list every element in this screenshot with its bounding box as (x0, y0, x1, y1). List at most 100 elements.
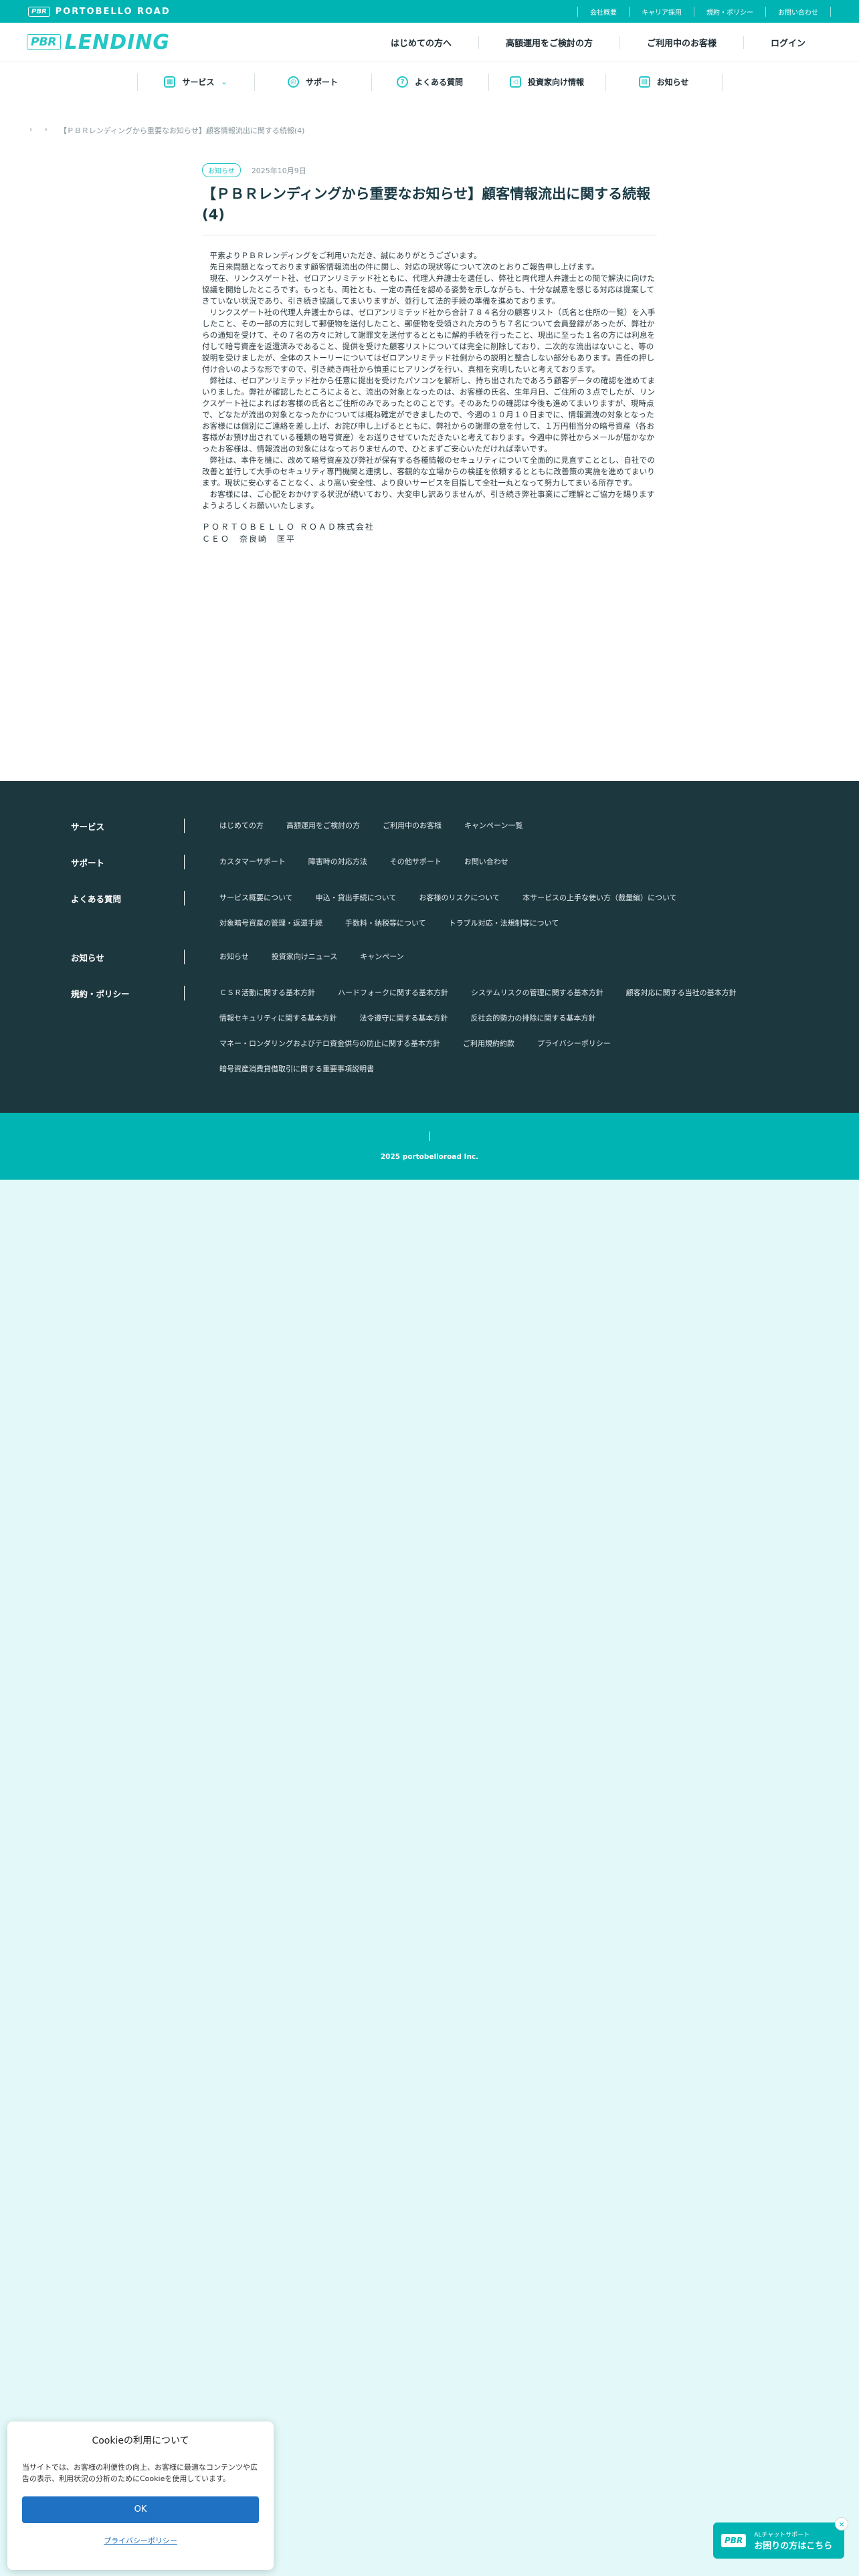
footer-link[interactable]: 申込・貸出手続について (316, 891, 397, 905)
article-paragraph: リンクスゲート社の代理人弁護士からは、ゼロアンリミテッド社から合計７８４名分の顧… (202, 308, 656, 374)
subnav-support[interactable]: ◎ サポート (254, 73, 371, 91)
breadcrumb-home-chevron-icon[interactable]: › (29, 125, 32, 136)
footer-link[interactable]: お客様のリスクについて (419, 891, 500, 905)
copyright-text: 2025 portobelloroad Inc. (380, 1153, 479, 1161)
grid-icon: ▦ (164, 76, 176, 88)
footer-section-faq: よくある質問 サービス概要について 申込・貸出手続について お客様のリスクについ… (71, 891, 795, 931)
footer-section-service: サービス はじめての方 高額運用をご検討の方 ご利用中のお客様 キャンペーン一覧 (71, 819, 795, 833)
nav-beginners[interactable]: はじめての方へ (364, 36, 478, 49)
footer-link[interactable]: プライバシーポリシー (537, 1037, 611, 1051)
article-paragraph: お客様には、ご心配をおかけする状況が続いており、大変申し訳ありませんが、引き続き… (202, 490, 655, 510)
question-icon: ? (396, 76, 408, 88)
article-paragraph: 弊社は、ゼロアンリミテッド社から任意に提出を受けたパソコンを解析し、持ち出された… (202, 376, 656, 453)
top-links: 会社概要 キャリア採用 規約・ポリシー お問い合わせ (577, 6, 831, 17)
sub-nav: ▦ サービス ⌄ ◎ サポート ? よくある質問 ◁ 投資家向け情報 ▤ お知ら… (0, 62, 859, 102)
notice-icon: ▤ (638, 76, 650, 88)
footer-link[interactable]: 情報セキュリティに関する基本方針 (219, 1011, 337, 1026)
category-tag[interactable]: お知らせ (202, 163, 241, 177)
footer-section-label: サポート (71, 855, 185, 869)
chevron-down-icon: ⌄ (221, 78, 227, 86)
footer-link[interactable]: サービス概要について (219, 891, 293, 905)
footer-link[interactable]: 投資家向けニュース (272, 950, 337, 964)
article-meta: お知らせ 2025年10月9日 (202, 163, 657, 177)
article: お知らせ 2025年10月9日 【ＰＢＲレンディングから重要なお知らせ】顧客情報… (202, 163, 657, 545)
top-link-policy[interactable]: 規約・ポリシー (694, 6, 765, 17)
signature-ceo: ＣＥＯ 奈良崎 匡平 (202, 534, 296, 544)
corporate-brand-name: PORTOBELLO ROAD (55, 6, 171, 17)
footer-link[interactable]: 本サービスの上手な使い方（裁量編）について (522, 891, 677, 905)
footer-link[interactable]: ハードフォークに関する基本方針 (338, 986, 448, 1000)
subnav-faq-label: よくある質問 (414, 78, 463, 87)
subnav-faq[interactable]: ? よくある質問 (371, 73, 488, 91)
footer-link[interactable]: 顧客対応に関する当社の基本方針 (626, 986, 737, 1000)
nav-login[interactable]: ログイン (743, 35, 832, 49)
cookie-banner: Cookieの利用について 当サイトでは、お客様の利便性の向上、お客様に最適なコ… (7, 2422, 274, 2570)
footer-link[interactable]: お問い合わせ (464, 855, 508, 869)
site-header: PBR LENDING はじめての方へ 高額運用をご検討の方 ご利用中のお客様 … (0, 23, 859, 62)
nav-customers[interactable]: ご利用中のお客様 (619, 35, 743, 49)
top-link-company[interactable]: 会社概要 (577, 6, 629, 17)
footer-link[interactable]: 暗号資産消費貸借取引に関する重要事項説明書 (219, 1062, 374, 1077)
article-title: 【ＰＢＲレンディングから重要なお知らせ】顧客情報流出に関する続報(4) (202, 184, 657, 235)
support-line1: ALチャットサポート (754, 2532, 810, 2539)
support-line2: お困りの方はこちら (754, 2541, 833, 2551)
footer-link[interactable]: 高額運用をご検討の方 (286, 819, 360, 833)
topbar: PBR PORTOBELLO ROAD 会社概要 キャリア採用 規約・ポリシー … (0, 0, 859, 23)
cookie-text: 当サイトでは、お客様の利便性の向上、お客様に最適なコンテンツや広告の表示、利用状… (22, 2463, 258, 2483)
support-badge: PBR (721, 2534, 747, 2547)
article-date: 2025年10月9日 (251, 166, 306, 175)
footer-link[interactable]: 反社会的勢力の排除に関する基本方針 (470, 1011, 595, 1026)
site-logo[interactable]: PBR LENDING (27, 31, 170, 54)
footer-link[interactable]: ご利用中のお客様 (383, 819, 442, 833)
subnav-support-label: サポート (305, 78, 338, 87)
footer-link[interactable]: その他サポート (390, 855, 442, 869)
footer-section-label: よくある質問 (71, 891, 185, 905)
article-body: 平素よりＰＢＲレンディングをご利用いただき、誠にありがとうございます。 先日来問… (202, 250, 657, 512)
article-paragraph: 弊社は、本件を機に、改めて暗号資産及び弊社が保有する各種情報のセキュリティについ… (202, 455, 656, 488)
footer-link[interactable]: 手数料・納税等について (345, 916, 426, 931)
footer-section-support: サポート カスタマーサポート 障害時の対応方法 その他サポート お問い合わせ (71, 855, 795, 869)
cookie-title: Cookieの利用について (92, 2436, 189, 2446)
subnav-news[interactable]: ▤ お知らせ (605, 73, 723, 91)
footer-link[interactable]: 対象暗号資産の管理・返還手続 (219, 916, 322, 931)
site-footer: サービス はじめての方 高額運用をご検討の方 ご利用中のお客様 キャンペーン一覧… (0, 781, 859, 1113)
privacy-policy-link[interactable]: プライバシーポリシー (22, 2535, 259, 2546)
article-paragraph: 現在、リンクスゲート社、ゼロアンリミテッド社ともに、代理人弁護士を選任し、弊社と… (202, 274, 656, 306)
subnav-investors[interactable]: ◁ 投資家向け情報 (488, 73, 605, 91)
breadcrumb-chevron-icon[interactable]: › (44, 125, 47, 136)
footer-link[interactable]: システムリスクの管理に関する基本方針 (471, 986, 603, 1000)
footer-link[interactable]: キャンペーン (360, 950, 403, 964)
chat-support-widget[interactable]: PBR ALチャットサポート お困りの方はこちら × (713, 2517, 848, 2559)
top-link-careers[interactable]: キャリア採用 (629, 6, 694, 17)
footer-link[interactable]: はじめての方 (219, 819, 264, 833)
megaphone-icon: ◁ (509, 76, 521, 88)
close-icon[interactable]: × (835, 2517, 848, 2531)
breadcrumb-current: 【ＰＢＲレンディングから重要なお知らせ】顧客情報流出に関する続報(4) (59, 126, 305, 135)
main-nav: はじめての方へ 高額運用をご検討の方 ご利用中のお客様 ログイン (364, 35, 832, 49)
footer-link[interactable]: お知らせ (219, 950, 249, 964)
subnav-service[interactable]: ▦ サービス ⌄ (136, 73, 254, 91)
footer-link[interactable]: カスタマーサポート (219, 855, 286, 869)
corporate-brand[interactable]: PBR PORTOBELLO ROAD (28, 6, 171, 17)
pbr-badge: PBR (28, 6, 50, 17)
footer-link[interactable]: ＣＳＲ活動に関する基本方針 (219, 986, 315, 1000)
footer-section-news: お知らせ お知らせ 投資家向けニュース キャンペーン (71, 950, 795, 964)
article-greeting: 平素よりＰＢＲレンディングをご利用いただき、誠にありがとうございます。 (209, 251, 482, 260)
footer-section-label: お知らせ (71, 950, 185, 964)
footer-section-label: 規約・ポリシー (71, 986, 185, 1000)
top-link-contact[interactable]: お問い合わせ (765, 6, 831, 17)
footer-link[interactable]: 法令遵守に関する基本方針 (359, 1011, 448, 1026)
cookie-ok-button[interactable]: OK (22, 2496, 259, 2523)
footer-link[interactable]: トラブル対応・法規制等について (449, 916, 559, 931)
support-icon: ◎ (287, 76, 299, 88)
article-signature: ＰＯＲＴＯＢＥＬＬＯ ＲＯＡＤ株式会社 ＣＥＯ 奈良崎 匡平 (202, 521, 657, 545)
footer-link[interactable]: 障害時の対応方法 (308, 855, 367, 869)
footer-link[interactable]: ご利用規約約款 (463, 1037, 514, 1051)
signature-company: ＰＯＲＴＯＢＥＬＬＯ ＲＯＡＤ株式会社 (202, 522, 375, 532)
footer-link[interactable]: キャンペーン一覧 (464, 819, 522, 833)
article-paragraph: 先日来問題となっております顧客情報流出の件に関し、対応の現状等について次のとおり… (209, 262, 599, 272)
article-page: › › 【ＰＢＲレンディングから重要なお知らせ】顧客情報流出に関する続報(4) … (0, 102, 859, 781)
copyright-bar: 2025 portobelloroad Inc. (0, 1113, 859, 1180)
nav-high-value[interactable]: 高額運用をご検討の方 (478, 35, 619, 49)
footer-link[interactable]: マネー・ロンダリングおよびテロ資金供与の防止に関する基本方針 (219, 1037, 440, 1051)
